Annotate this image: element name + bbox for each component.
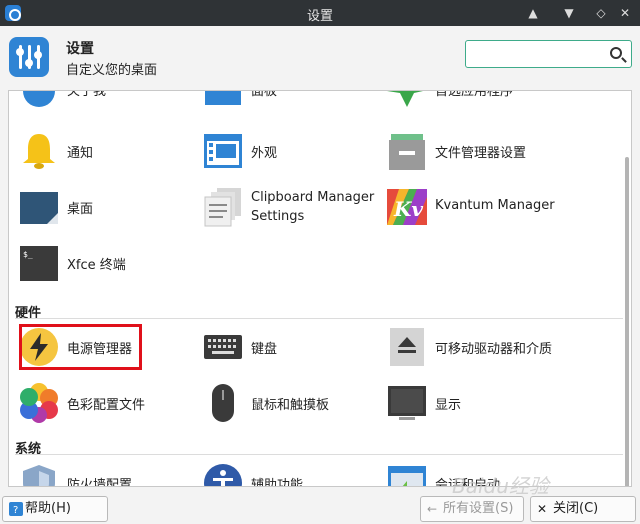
scrollbar[interactable] xyxy=(625,157,629,486)
svg-text:$_: $_ xyxy=(23,250,33,259)
svg-text:?: ? xyxy=(13,505,18,516)
item-mouse-touchpad[interactable]: 鼠标和触摸板 xyxy=(203,381,373,425)
svg-text:Kv: Kv xyxy=(393,197,423,221)
footer: ? 帮助(H) ← 所有设置(S) ✕ 关闭(C) xyxy=(0,493,640,524)
item-keyboard[interactable]: 键盘 xyxy=(203,325,373,369)
color-profile-icon xyxy=(20,383,58,423)
title-bar: 设置 ▲ ▼ ◇ ✕ xyxy=(0,0,640,26)
page-subtitle: 自定义您的桌面 xyxy=(66,63,158,78)
bell-icon xyxy=(23,134,55,169)
shield-icon xyxy=(23,465,55,486)
user-icon xyxy=(23,91,55,107)
help-icon: ? xyxy=(9,502,23,516)
clipboard-icon xyxy=(204,188,241,227)
header: 设置 自定义您的桌面 xyxy=(0,26,640,88)
window-title: 设置 xyxy=(306,9,333,24)
star-icon xyxy=(387,91,423,107)
eject-icon xyxy=(390,328,424,366)
highlight-box xyxy=(19,324,142,370)
item-xfce-terminal[interactable]: $_ Xfce 终端 xyxy=(19,241,189,285)
settings-panel[interactable]: 关于我 面板 首选应用程序 通知 外观 文件管理器设置 桌面 Clipboard… xyxy=(8,90,632,487)
page-title: 设置 xyxy=(66,41,94,57)
item-desktop[interactable]: 桌面 xyxy=(19,185,189,229)
search-box[interactable] xyxy=(465,40,632,68)
maximize-button[interactable]: ◇ xyxy=(592,4,610,22)
item-display[interactable]: 显示 xyxy=(387,381,557,425)
item-firewall[interactable]: 防火墙配置 xyxy=(19,461,189,486)
all-settings-button[interactable]: ← 所有设置(S) xyxy=(420,496,524,522)
desktop-icon xyxy=(20,192,58,224)
accessibility-icon xyxy=(204,464,242,486)
panel-icon xyxy=(205,91,241,105)
close-window-button[interactable]: ✕ xyxy=(616,4,634,22)
close-button[interactable]: ✕ 关闭(C) xyxy=(530,496,636,522)
item-clipboard-manager[interactable]: Clipboard Manager Settings xyxy=(203,185,393,229)
settings-icon xyxy=(9,37,49,77)
drawer-icon xyxy=(389,134,425,170)
search-input[interactable] xyxy=(470,44,600,64)
kvantum-icon: Kv xyxy=(387,189,427,225)
keyboard-icon xyxy=(204,335,242,359)
item-panel[interactable]: 面板 xyxy=(203,91,373,111)
item-session-startup[interactable]: 会话和启动 xyxy=(387,461,557,486)
item-preferred-apps[interactable]: 首选应用程序 xyxy=(387,91,557,111)
search-icon[interactable] xyxy=(610,47,622,59)
section-divider xyxy=(15,318,623,319)
item-file-manager-settings[interactable]: 文件管理器设置 xyxy=(387,129,587,173)
item-color-profiles[interactable]: 色彩配置文件 xyxy=(19,381,189,425)
monitor-icon xyxy=(388,386,426,420)
section-divider xyxy=(15,454,623,455)
close-icon: ✕ xyxy=(537,502,548,516)
session-icon xyxy=(388,466,426,486)
item-notifications[interactable]: 通知 xyxy=(19,129,189,173)
minimize-button[interactable]: ▼ xyxy=(560,4,578,22)
back-arrow-icon: ← xyxy=(427,502,438,516)
terminal-icon: $_ xyxy=(20,246,58,281)
appearance-icon xyxy=(204,134,242,168)
mouse-icon xyxy=(212,384,234,422)
item-about-me[interactable]: 关于我 xyxy=(19,91,189,111)
help-button[interactable]: ? 帮助(H) xyxy=(2,496,108,522)
item-removable-drives[interactable]: 可移动驱动器和介质 xyxy=(387,325,587,369)
shade-button[interactable]: ▲ xyxy=(524,4,542,22)
item-accessibility[interactable]: 辅助功能 xyxy=(203,461,373,486)
item-appearance[interactable]: 外观 xyxy=(203,129,373,173)
item-kvantum-manager[interactable]: Kv Kvantum Manager xyxy=(387,185,587,229)
